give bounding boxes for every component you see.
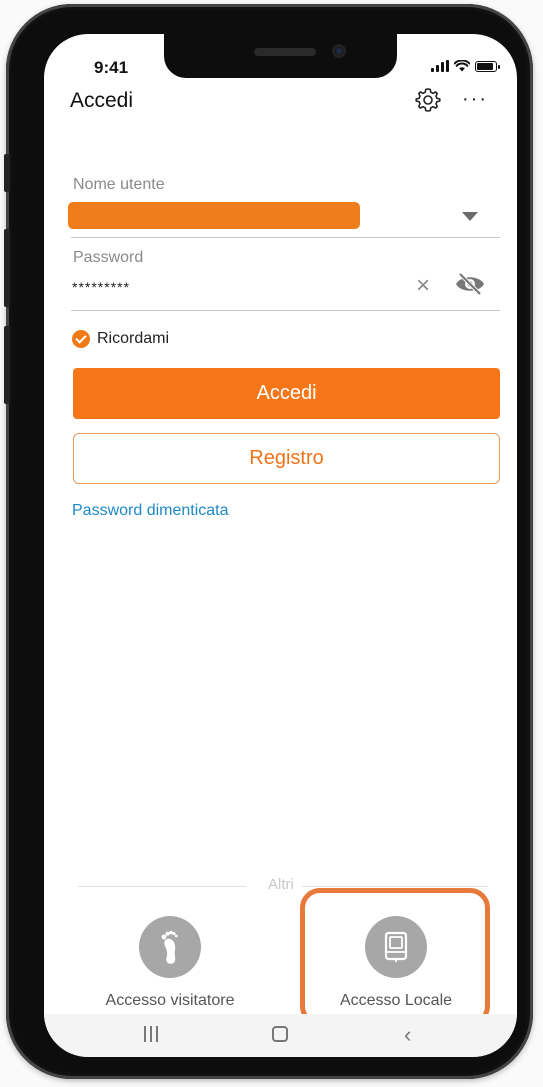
phone-volume-up-button (4, 229, 10, 307)
others-label: Altri (268, 876, 294, 893)
recents-icon[interactable] (144, 1026, 158, 1042)
username-label: Nome utente (73, 176, 165, 193)
guest-access-label: Accesso visitatore (105, 992, 235, 1009)
page-title: Accedi (70, 89, 134, 112)
others-divider-right (302, 886, 488, 887)
others-divider-left (78, 886, 246, 887)
clear-icon[interactable]: × (416, 274, 430, 298)
eye-off-icon[interactable] (454, 272, 486, 296)
front-camera (332, 44, 346, 58)
login-button[interactable]: Accedi (73, 368, 500, 419)
footprint-icon[interactable] (139, 916, 201, 978)
footprint-glyph (161, 930, 178, 964)
phone-frame: 9:41 Accedi ··· Nome utente Password ***… (4, 4, 533, 1079)
gear-icon[interactable] (414, 86, 442, 114)
status-time: 9:41 (94, 58, 129, 77)
more-menu-button[interactable]: ··· (462, 89, 488, 109)
back-icon[interactable]: ‹ (404, 1022, 411, 1048)
username-redacted-value[interactable] (68, 202, 360, 229)
password-underline (71, 310, 500, 311)
remember-me-label: Ricordami (97, 330, 170, 347)
home-icon[interactable] (272, 1026, 288, 1042)
highlight-frame (300, 888, 490, 1026)
register-button[interactable]: Registro (73, 433, 500, 484)
status-icons (431, 60, 500, 72)
guest-access-button[interactable]: Accesso visitatore (85, 916, 255, 1010)
app-screen: 9:41 Accedi ··· Nome utente Password ***… (44, 34, 517, 1057)
android-nav-bar: ‹ (44, 1014, 517, 1057)
speaker (254, 48, 316, 56)
password-label: Password (73, 249, 144, 266)
check-icon[interactable] (72, 330, 90, 348)
phone-volume-down-button (4, 326, 10, 404)
password-field[interactable]: ********* (72, 279, 130, 295)
battery-icon (475, 61, 500, 72)
dropdown-arrow-icon[interactable] (462, 212, 478, 221)
remember-me-checkbox[interactable]: Ricordami (72, 330, 169, 348)
forgot-password-link[interactable]: Password dimenticata (72, 502, 229, 520)
wifi-icon (454, 60, 470, 72)
phone-side-button (4, 154, 10, 192)
signal-icon (431, 60, 449, 72)
notch (164, 34, 397, 78)
username-underline (71, 237, 500, 238)
